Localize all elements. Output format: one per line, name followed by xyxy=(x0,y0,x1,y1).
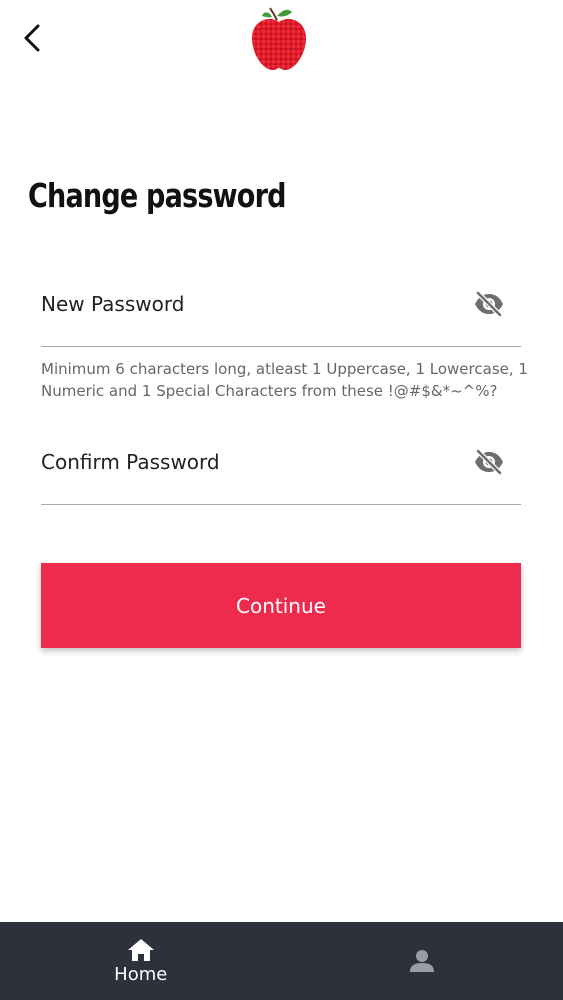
home-icon xyxy=(127,938,154,961)
continue-button[interactable]: Continue xyxy=(41,563,521,648)
change-password-screen: Change password Minimum 6 characters lon… xyxy=(0,0,563,1000)
eye-off-icon xyxy=(475,291,503,317)
chevron-left-icon xyxy=(24,24,40,52)
nav-item-profile[interactable] xyxy=(282,922,563,1000)
back-button[interactable] xyxy=(14,20,50,56)
bottom-navigation: Home xyxy=(0,922,563,1000)
eye-off-icon xyxy=(475,449,503,475)
new-password-field xyxy=(41,282,521,347)
page-title: Change password xyxy=(28,176,286,215)
nav-item-label: Home xyxy=(114,963,168,985)
confirm-password-field xyxy=(41,440,521,505)
confirm-password-input[interactable] xyxy=(41,440,461,484)
confirm-password-visibility-toggle[interactable] xyxy=(473,448,505,476)
apple-logo xyxy=(246,4,312,74)
new-password-input[interactable] xyxy=(41,282,461,326)
nav-item-home[interactable]: Home xyxy=(0,922,282,1000)
new-password-visibility-toggle[interactable] xyxy=(473,290,505,318)
user-icon xyxy=(410,950,435,972)
password-requirements-hint: Minimum 6 characters long, atleast 1 Upp… xyxy=(41,360,528,400)
apple-logo-icon xyxy=(251,7,307,70)
